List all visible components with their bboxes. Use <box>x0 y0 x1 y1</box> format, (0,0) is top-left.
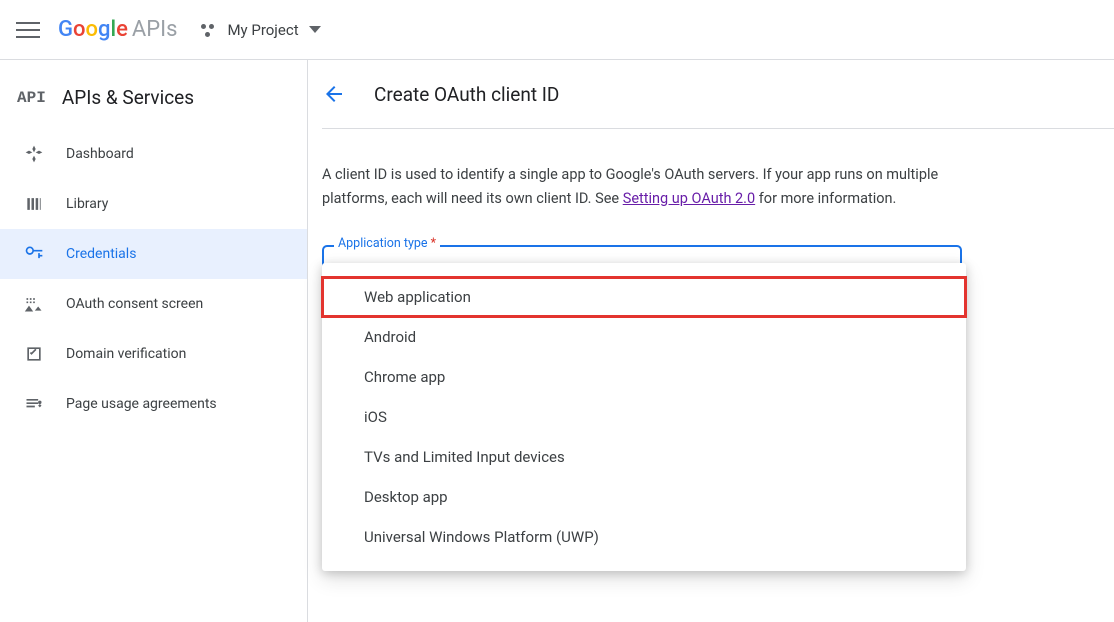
chevron-down-icon <box>309 26 321 33</box>
option-web-application[interactable]: Web application <box>322 277 966 317</box>
option-ios[interactable]: iOS <box>322 397 966 437</box>
project-icon <box>201 22 217 38</box>
option-chrome-app[interactable]: Chrome app <box>322 357 966 397</box>
header-bar: Google APIs My Project <box>0 0 1114 60</box>
google-apis-logo[interactable]: Google APIs <box>58 17 177 42</box>
nav-label: OAuth consent screen <box>66 296 203 312</box>
field-label: Application type * <box>334 236 440 251</box>
sidebar-item-library[interactable]: Library <box>0 179 307 229</box>
nav-icon <box>24 194 44 214</box>
project-name: My Project <box>227 21 298 39</box>
nav-icon <box>24 294 44 314</box>
project-picker[interactable]: My Project <box>201 21 320 39</box>
page-title: Create OAuth client ID <box>374 83 559 106</box>
sidebar-item-domain-verification[interactable]: Domain verification <box>0 329 307 379</box>
sidebar-item-dashboard[interactable]: Dashboard <box>0 129 307 179</box>
nav-label: Dashboard <box>66 146 134 162</box>
nav-label: Credentials <box>66 246 136 262</box>
nav-icon <box>24 244 44 264</box>
application-type-field: Application type * Web applicationAndroi… <box>322 245 962 293</box>
nav-icon <box>24 394 44 414</box>
menu-icon[interactable] <box>16 18 40 42</box>
sidebar-title-text: APIs & Services <box>62 86 194 109</box>
page-header: Create OAuth client ID <box>308 82 1114 128</box>
setup-oauth-link[interactable]: Setting up OAuth 2.0 <box>623 190 755 207</box>
sidebar-item-page-usage-agreements[interactable]: Page usage agreements <box>0 379 307 429</box>
api-badge-icon: API <box>17 89 46 107</box>
sidebar: API APIs & Services Dashboard Library Cred… <box>0 60 308 622</box>
nav-icon <box>24 344 44 364</box>
field-label-text: Application type <box>338 236 428 251</box>
description-text: A client ID is used to identify a single… <box>322 163 972 211</box>
sidebar-item-oauth-consent-screen[interactable]: OAuth consent screen <box>0 279 307 329</box>
nav-label: Domain verification <box>66 346 186 362</box>
application-type-dropdown: Web applicationAndroidChrome appiOSTVs a… <box>322 263 966 571</box>
nav-icon <box>24 144 44 164</box>
back-arrow-icon[interactable] <box>322 82 346 106</box>
main-content: Create OAuth client ID A client ID is us… <box>308 60 1114 622</box>
nav-label: Page usage agreements <box>66 396 217 412</box>
logo-suffix: APIs <box>132 17 178 42</box>
option-tvs-and-limited-input-devices[interactable]: TVs and Limited Input devices <box>322 437 966 477</box>
option-android[interactable]: Android <box>322 317 966 357</box>
option-universal-windows-platform-uwp-[interactable]: Universal Windows Platform (UWP) <box>322 517 966 557</box>
nav-label: Library <box>66 196 108 212</box>
description-post: for more information. <box>755 190 896 207</box>
sidebar-item-credentials[interactable]: Credentials <box>0 229 307 279</box>
required-mark: * <box>431 236 436 251</box>
option-desktop-app[interactable]: Desktop app <box>322 477 966 517</box>
sidebar-title: API APIs & Services <box>0 78 307 129</box>
